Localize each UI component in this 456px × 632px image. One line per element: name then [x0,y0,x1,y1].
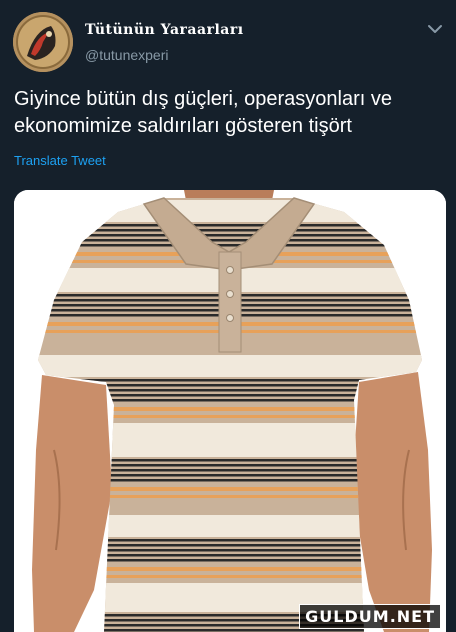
striped-polo-shirt-photo [14,190,446,632]
avatar-image [13,12,73,72]
tweet-media-image[interactable]: GULDUM.NET [14,190,446,632]
user-handle[interactable]: @tutunexperi [85,47,168,63]
tweet-card: Tütünün Yaraarları @tutunexperi Giyince … [0,0,456,632]
tweet-text: Giyince bütün dış güçleri, operasyonları… [14,88,392,137]
chevron-down-icon[interactable] [424,18,446,40]
translate-tweet-link[interactable]: Translate Tweet [14,153,106,168]
user-avatar[interactable] [13,12,73,72]
display-name[interactable]: Tütünün Yaraarları [85,22,244,38]
shirt-stripe [38,355,422,377]
watermark-text: GULDUM.NET [299,604,441,629]
